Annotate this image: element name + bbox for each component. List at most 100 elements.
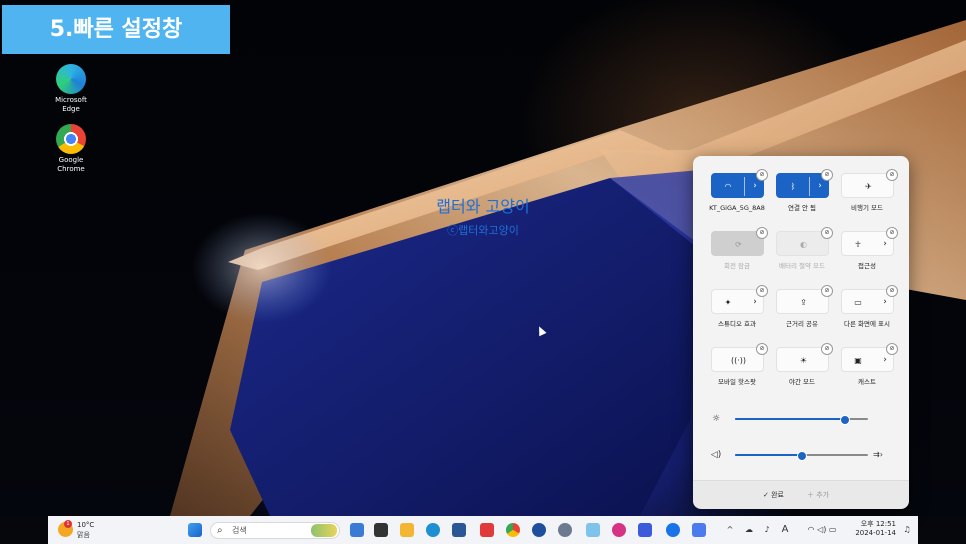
start-windows-icon[interactable] (188, 523, 202, 537)
chrome-icon (56, 124, 86, 154)
copilot-icon[interactable] (350, 523, 364, 537)
edge-taskbar-icon[interactable] (426, 523, 440, 537)
rotation-lock-tile[interactable]: ⟳ ⊘ (711, 227, 768, 256)
unpin-icon[interactable]: ⊘ (821, 227, 833, 239)
mobile-hotspot-tile[interactable]: ((·)) ⊘ (711, 343, 768, 372)
taskbar-search-box[interactable]: ⌕ 검색 (210, 522, 340, 539)
app-chat-icon[interactable] (692, 523, 706, 537)
battery-tray-icon: ▭ (828, 525, 837, 534)
project-tile[interactable]: ▭ › ⊘ (841, 285, 898, 314)
quick-settings-panel: ◠ › ⊘ KT_GiGA_5G_8A8 ᛒ › ⊘ 연결 안 됨 ✈ ⊘ 비행… (693, 156, 909, 509)
store-icon[interactable] (452, 523, 466, 537)
brightness-icon: ☼ (711, 414, 721, 424)
taskbar: 1 10°C 맑음 ⌕ 검색 ^ ☁ ♪ A ◠ ◁) ▭ 오후 12:51 2… (48, 516, 918, 544)
clock-date: 2024-01-14 (855, 529, 896, 537)
volume-slider[interactable] (735, 451, 868, 461)
snowflake-app-icon[interactable] (586, 523, 600, 537)
nearby-share-tile-label: 근거리 공유 (786, 320, 818, 328)
project-tile-label: 다른 화면에 표시 (844, 320, 890, 328)
desktop-icon-label: Edge (62, 105, 80, 113)
unpin-icon[interactable]: ⊘ (886, 169, 898, 181)
microphone-icon[interactable]: ♪ (760, 516, 774, 544)
add-label: 추가 (816, 491, 830, 499)
volume-slider-thumb[interactable] (796, 451, 807, 461)
weather-widget[interactable]: 1 10°C 맑음 (58, 520, 118, 540)
checkmark-icon: ✓ (763, 491, 769, 499)
mobile-hotspot-tile-label: 모바일 핫스팟 (718, 378, 756, 386)
unpin-icon[interactable]: ⊘ (821, 169, 833, 181)
search-icon: ⌕ (217, 525, 223, 536)
edge-icon (56, 64, 86, 94)
brightness-slider-thumb[interactable] (840, 415, 851, 425)
watermark: 랩터와 고양이 ⓒ랩터와고양이 (400, 197, 566, 239)
nearby-share-tile[interactable]: ⇪ ⊘ (776, 285, 833, 314)
unpin-icon[interactable]: ⊘ (886, 285, 898, 297)
brightness-slider-row: ☼ (709, 412, 889, 426)
weather-condition: 맑음 (77, 531, 90, 539)
speaker-icon[interactable]: ◁) (709, 448, 723, 462)
title-banner: 5.빠른 설정창 (2, 5, 230, 54)
settings-gear-icon[interactable] (558, 523, 572, 537)
watermark-subtitle: ⓒ랩터와고양이 (447, 224, 519, 237)
done-label: 완료 (771, 491, 784, 499)
show-hidden-icons-chevron-icon[interactable]: ^ (724, 516, 736, 544)
accessibility-tile-label: 접근성 (858, 262, 876, 270)
app-red-icon[interactable] (480, 523, 494, 537)
unpin-icon[interactable]: ⊘ (756, 343, 768, 355)
bluetooth-icon: ᛒ (790, 182, 796, 191)
accessibility-icon: ☥ (855, 240, 861, 249)
desktop-icon-chrome[interactable]: Google Chrome (41, 124, 101, 174)
plus-icon: ＋ (807, 491, 814, 499)
app-pink-icon[interactable] (612, 523, 626, 537)
bluetooth-tile[interactable]: ᛒ › ⊘ (776, 169, 833, 198)
cast-tile[interactable]: ▣ › ⊘ (841, 343, 898, 372)
task-view-icon[interactable] (374, 523, 388, 537)
file-explorer-icon[interactable] (400, 523, 414, 537)
airplane-mode-tile[interactable]: ✈ ⊘ (841, 169, 898, 198)
cast-icon: ▣ (854, 356, 862, 365)
unpin-icon[interactable]: ⊘ (821, 343, 833, 355)
wifi-icon: ◠ (724, 182, 732, 191)
brightness-slider[interactable] (735, 415, 868, 425)
wifi-tile-label: KT_GiGA_5G_8A8 (709, 204, 765, 212)
app-blue-circle-icon[interactable] (532, 523, 546, 537)
desktop-icon-edge[interactable]: Microsoft Edge (41, 64, 101, 114)
wifi-tile[interactable]: ◠ › ⊘ (711, 169, 768, 198)
volume-slider-row: ◁) ⇉› (709, 448, 889, 462)
done-button[interactable]: ✓ 완료 (763, 488, 784, 502)
wifi-tray-icon: ◠ (807, 525, 815, 534)
bluetooth-tile-label: 연결 안 됨 (787, 204, 817, 212)
app-blue-icon[interactable] (666, 523, 680, 537)
clock-time: 오후 12:51 (860, 520, 896, 528)
studio-effects-tile-label: 스튜디오 효과 (718, 320, 756, 328)
unpin-icon[interactable]: ⊘ (756, 227, 768, 239)
unpin-icon[interactable]: ⊘ (886, 227, 898, 239)
input-indicator[interactable]: A (778, 516, 792, 544)
add-button[interactable]: ＋ 추가 (807, 488, 829, 502)
rotation-lock-tile-label: 회전 잠금 (724, 262, 750, 270)
battery-saver-tile[interactable]: ◐ ⊘ (776, 227, 833, 256)
clock[interactable]: 오후 12:51 2024-01-14 (852, 520, 896, 538)
night-light-tile-label: 야간 모드 (789, 378, 815, 386)
unpin-icon[interactable]: ⊘ (756, 169, 768, 181)
watermark-title: 랩터와 고양이 (436, 197, 530, 216)
project-icon: ▭ (854, 298, 862, 307)
accessibility-tile[interactable]: ☥ › ⊘ (841, 227, 898, 256)
desktop-icon-label: Google (58, 156, 84, 164)
airplane-mode-tile-label: 비행기 모드 (851, 204, 883, 212)
desktop-icon-label: Chrome (57, 165, 85, 173)
unpin-icon[interactable]: ⊘ (756, 285, 768, 297)
studio-effects-tile[interactable]: ✦ › ⊘ (711, 285, 768, 314)
weather-temp: 10°C (77, 521, 95, 529)
notifications-bell-icon[interactable]: ♫ (900, 516, 914, 544)
desktop-icon-label: Microsoft (55, 96, 87, 104)
unpin-icon[interactable]: ⊘ (821, 285, 833, 297)
night-light-tile[interactable]: ☀ ⊘ (776, 343, 833, 372)
network-volume-battery-button[interactable]: ◠ ◁) ▭ (802, 516, 842, 544)
cloud-sync-icon[interactable]: ☁ (742, 516, 756, 544)
app-video-icon[interactable] (638, 523, 652, 537)
chrome-taskbar-icon[interactable] (506, 523, 520, 537)
battery-saver-tile-label: 배터리 절약 모드 (779, 262, 825, 270)
unpin-icon[interactable]: ⊘ (886, 343, 898, 355)
audio-output-icon[interactable]: ⇉› (873, 448, 889, 462)
